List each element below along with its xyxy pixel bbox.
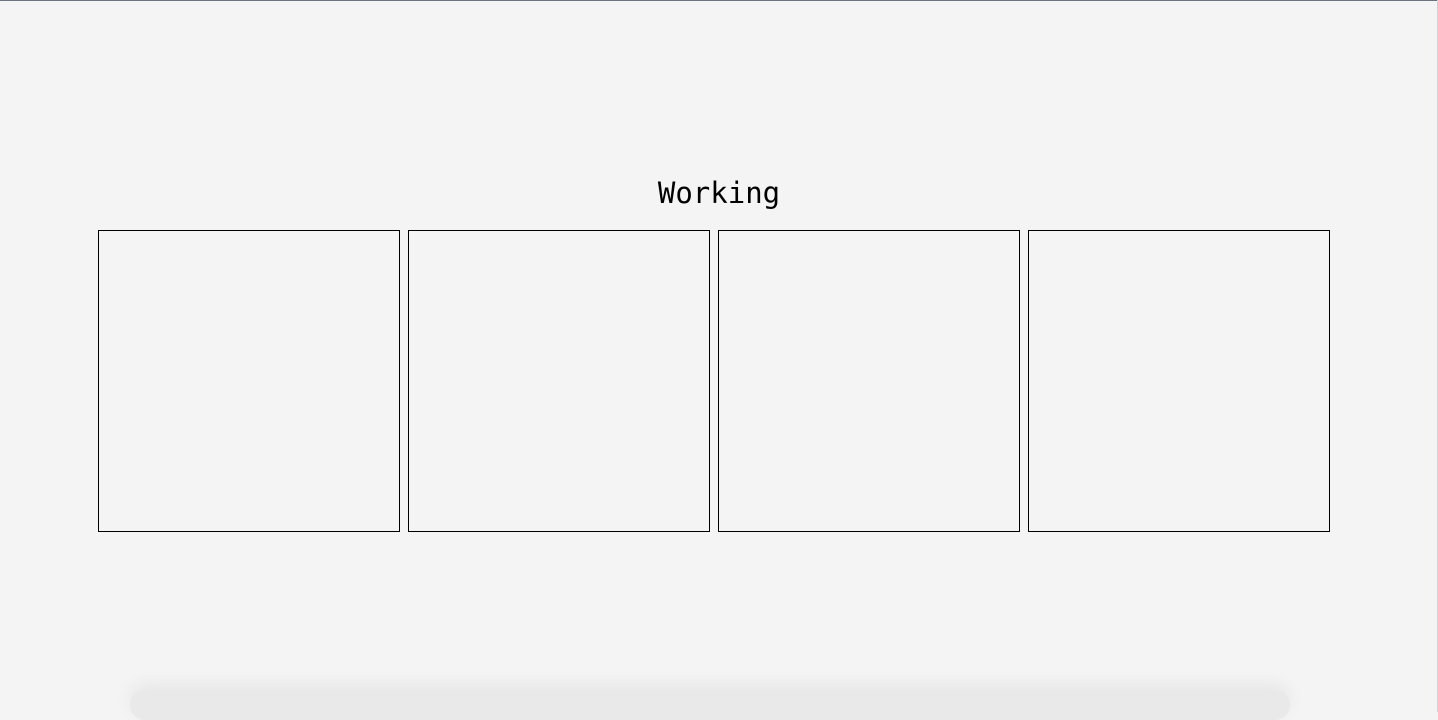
panel-box-2: [408, 230, 710, 532]
status-title: Working: [657, 176, 781, 210]
panel-row: [98, 230, 1330, 532]
panel-box-3: [718, 230, 1020, 532]
window-top-border: [0, 0, 1438, 1]
panel-box-4: [1028, 230, 1330, 532]
bottom-dock-shadow: [130, 690, 1290, 720]
panel-box-1: [98, 230, 400, 532]
